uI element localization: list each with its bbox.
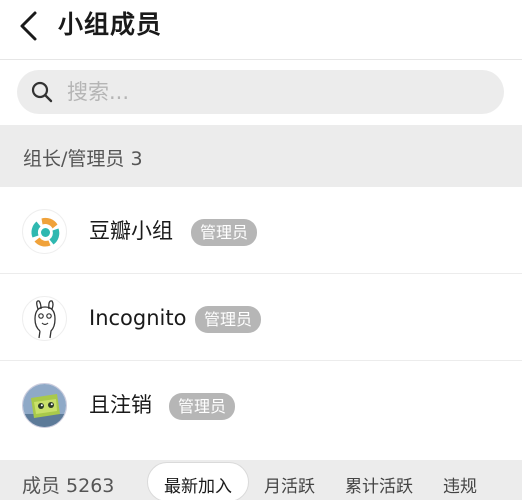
member-count: 成员 5263 — [22, 475, 115, 497]
tab-newest[interactable]: 最新加入 — [147, 462, 249, 500]
green-character-photo-icon — [23, 384, 66, 427]
section-label: 组长/管理员 3 — [23, 148, 143, 170]
sort-tabs: 最新加入 月活跃 累计活跃 违规 — [147, 462, 492, 500]
tab-monthly-active[interactable]: 月活跃 — [249, 462, 330, 500]
avatar[interactable] — [22, 209, 67, 254]
section-header-admins: 组长/管理员 3 — [0, 125, 522, 187]
member-name[interactable]: Incognito — [89, 304, 186, 332]
avatar[interactable] — [22, 296, 67, 341]
member-row[interactable]: 豆瓣小组 管理员 — [0, 187, 522, 274]
page-title: 小组成员 — [58, 10, 163, 39]
member-name[interactable]: 且注销 — [89, 391, 152, 419]
search-icon — [31, 81, 53, 103]
back-button[interactable] — [14, 6, 44, 46]
chevron-left-icon — [20, 11, 37, 41]
top-bar: 小组成员 — [0, 0, 522, 60]
member-footer-bar: 成员 5263 最新加入 月活跃 累计活跃 违规 — [0, 460, 522, 500]
member-name[interactable]: 豆瓣小组 — [89, 217, 173, 245]
search-input[interactable] — [67, 70, 487, 114]
role-badge: 管理员 — [195, 306, 262, 333]
search-box[interactable] — [17, 70, 504, 114]
search-bar — [0, 61, 522, 125]
member-row[interactable]: Incognito 管理员 — [0, 274, 522, 361]
avatar[interactable] — [22, 383, 67, 428]
tab-total-active[interactable]: 累计活跃 — [330, 462, 428, 500]
ghost-doodle-icon — [34, 300, 56, 339]
role-badge: 管理员 — [169, 393, 236, 420]
member-row[interactable]: 且注销 管理员 — [0, 361, 522, 448]
douban-group-logo-icon — [31, 217, 60, 247]
tab-violations[interactable]: 违规 — [428, 462, 492, 500]
member-list: 豆瓣小组 管理员 Incognito 管理员 且注销 管理员 — [0, 187, 522, 448]
role-badge: 管理员 — [191, 219, 258, 246]
